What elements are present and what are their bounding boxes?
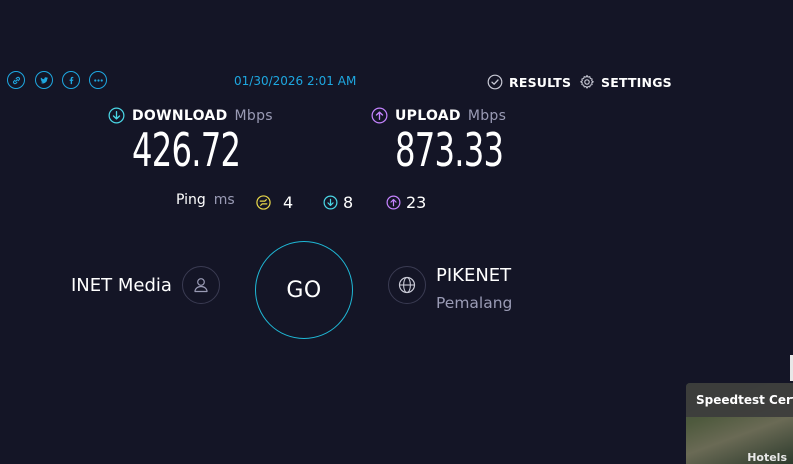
user-icon <box>194 278 208 293</box>
ad-banner[interactable]: Speedtest Certi Hotels <box>686 383 793 464</box>
ping-download-value: 8 <box>343 193 354 212</box>
results-label: RESULTS <box>509 74 572 90</box>
ping-row: Ping ms <box>176 192 235 208</box>
upload-value: 873.33 <box>395 123 504 177</box>
download-unit: Mbps <box>234 107 273 124</box>
provider-name: INET Media <box>71 275 172 296</box>
upload-latency-icon <box>386 195 401 210</box>
globe-icon <box>398 276 416 294</box>
more-icon[interactable] <box>89 71 107 89</box>
server-location: Pemalang <box>436 294 513 312</box>
check-circle-icon <box>487 74 503 90</box>
provider-button[interactable] <box>182 266 220 304</box>
ping-idle: 4 <box>256 193 293 212</box>
twitter-icon[interactable] <box>35 71 53 89</box>
results-link[interactable]: RESULTS <box>487 74 571 90</box>
upload-unit: Mbps <box>467 107 507 124</box>
download-latency-icon <box>323 195 338 210</box>
ping-download: 8 <box>323 193 353 212</box>
facebook-icon[interactable] <box>62 71 80 89</box>
download-label: DOWNLOAD <box>132 107 228 124</box>
upload-label: UPLOAD <box>395 107 461 124</box>
upload-header: UPLOAD Mbps <box>371 107 506 124</box>
ad-footer: Hotels <box>747 451 787 464</box>
ping-upload: 23 <box>386 193 426 212</box>
gear-icon <box>580 74 594 89</box>
server-button[interactable] <box>388 266 426 304</box>
ping-idle-value: 4 <box>283 193 294 212</box>
test-timestamp: 01/30/2026 2:01 AM <box>234 74 357 88</box>
ping-unit: ms <box>213 192 235 208</box>
go-button[interactable]: GO <box>255 241 353 339</box>
link-icon[interactable] <box>7 71 25 89</box>
ad-title: Speedtest Certi <box>686 383 793 417</box>
upload-arrow-icon <box>371 107 388 124</box>
server-name: PIKENET <box>436 265 512 286</box>
download-arrow-icon <box>108 107 125 124</box>
download-value: 426.72 <box>132 123 241 177</box>
download-header: DOWNLOAD Mbps <box>108 107 273 124</box>
idle-latency-icon <box>256 195 271 210</box>
settings-label: SETTINGS <box>601 74 672 90</box>
ping-upload-value: 23 <box>406 193 427 212</box>
settings-link[interactable]: SETTINGS <box>579 74 672 90</box>
ping-label: Ping <box>176 192 206 208</box>
